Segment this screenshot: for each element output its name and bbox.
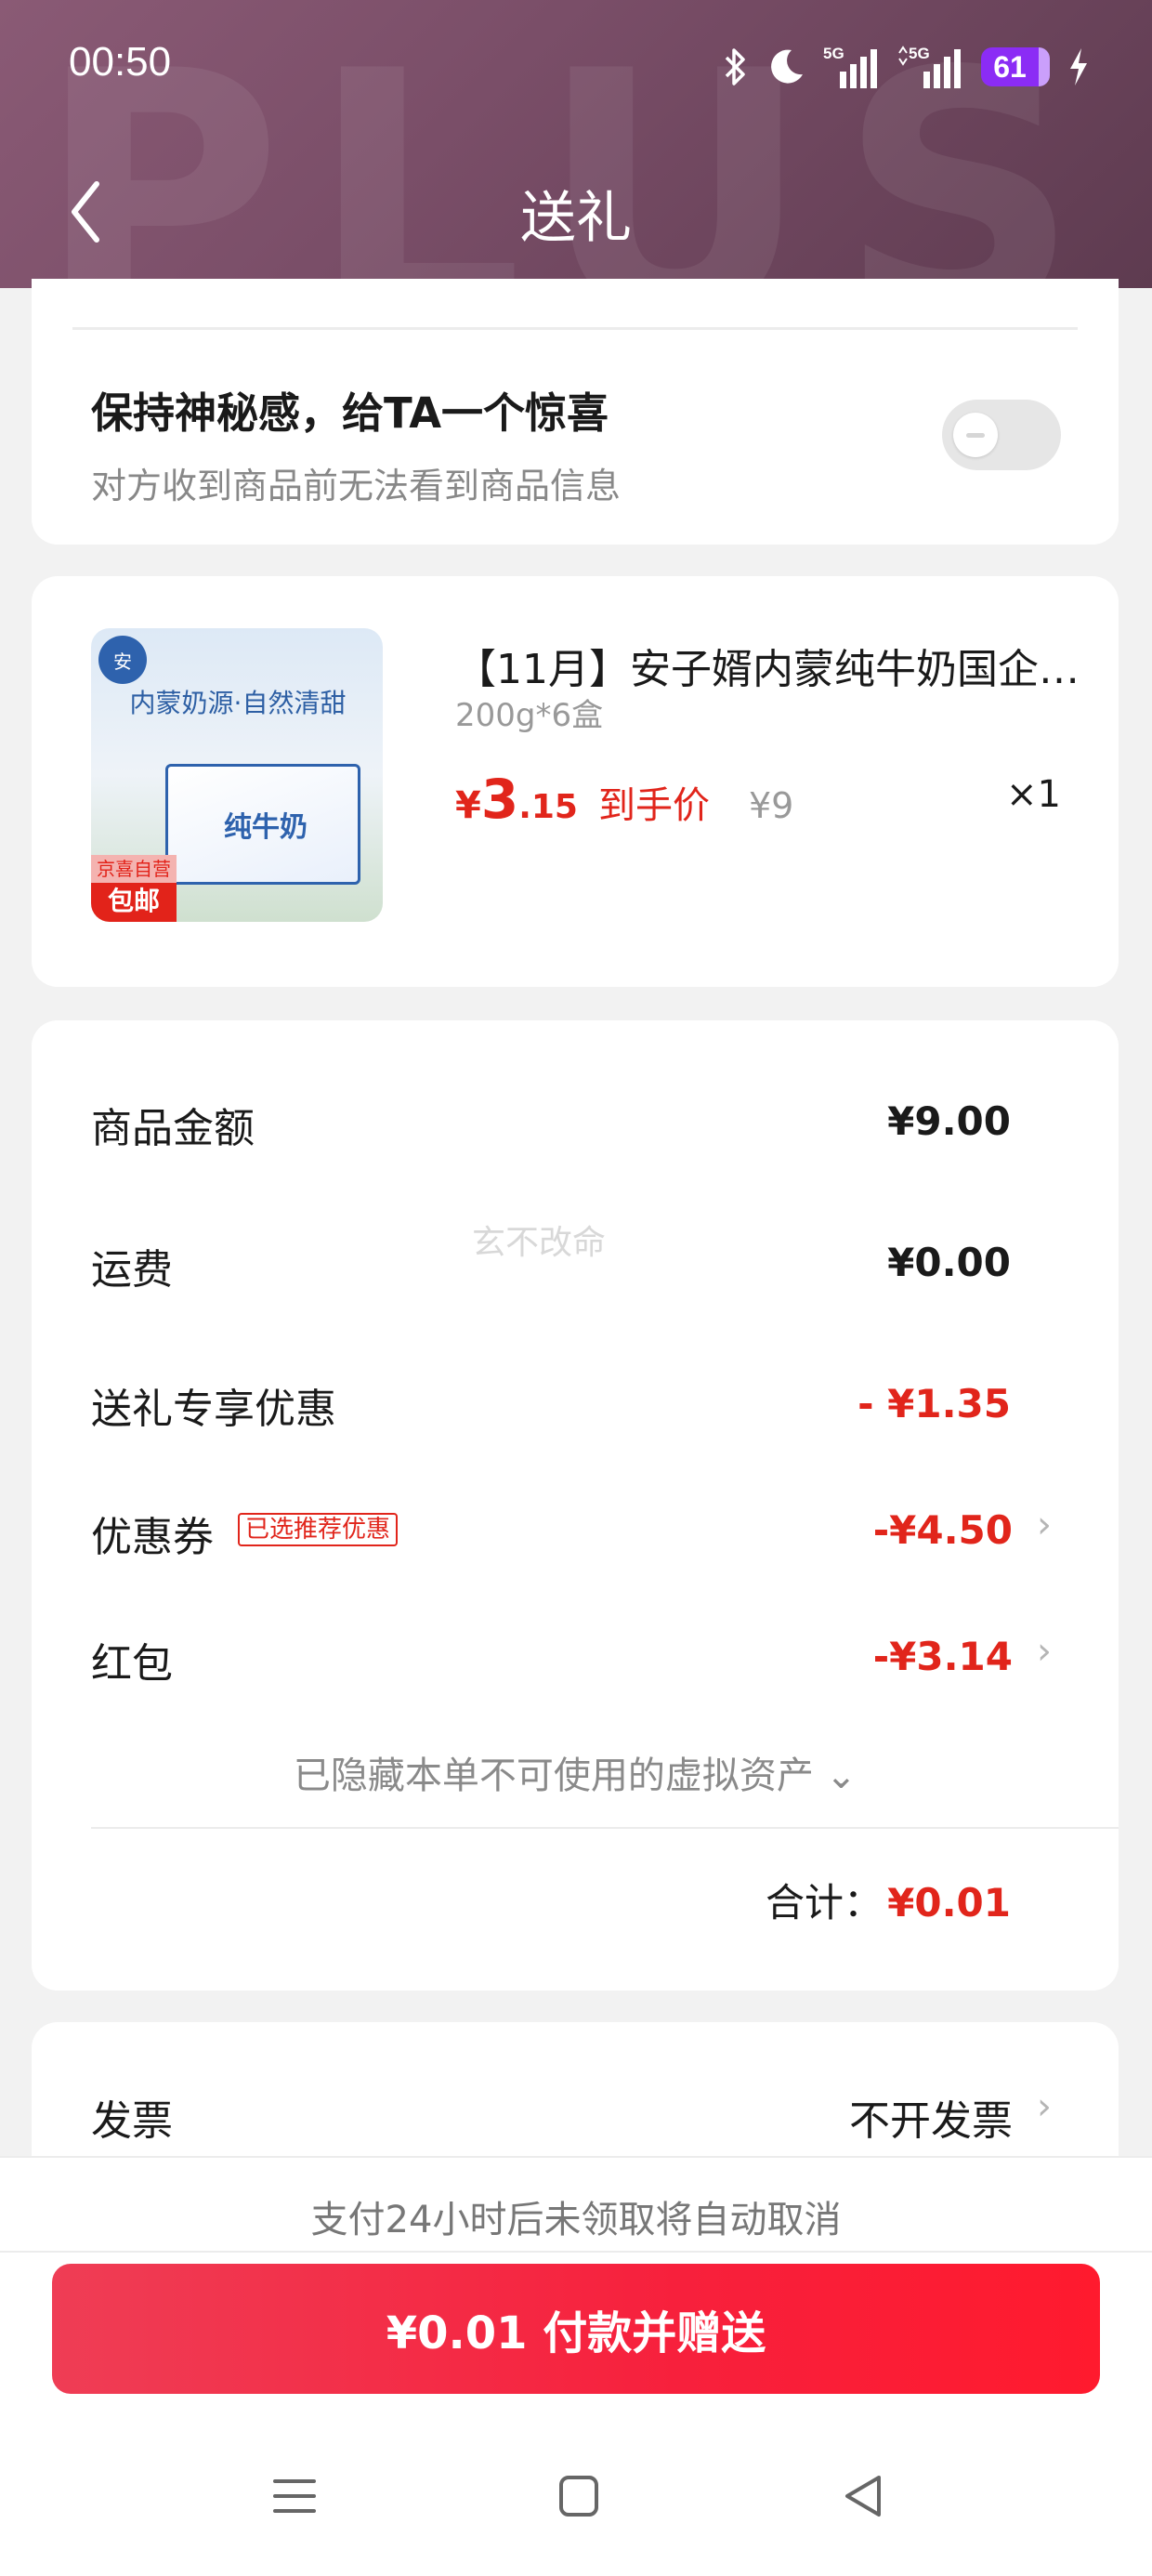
shipping-value: ¥0.00 — [887, 1240, 1011, 1285]
pay-and-gift-button[interactable]: ¥0.01 付款并赠送 — [52, 2264, 1100, 2394]
original-price: ¥9 — [748, 785, 794, 826]
product-card[interactable]: 安 内蒙奶源·自然清甜 纯牛奶 京喜自营 包邮 【11月】安子婿内蒙纯牛奶国企…… — [32, 576, 1119, 987]
divider — [0, 2156, 1152, 2158]
status-bar: 00:50 5G 5G 61 — [0, 0, 1152, 139]
divider — [0, 2251, 1152, 2253]
status-time: 00:50 — [69, 39, 172, 85]
order-summary-card: 商品金额 ¥9.00 玄不改命 运费 ¥0.00 送礼专享优惠 - ¥1.35 … — [32, 1020, 1119, 1991]
total-row: 合计： ¥0.01 — [766, 1872, 1011, 1928]
signal-5g-icon: 5G — [823, 45, 877, 88]
signal-5g-label-2: 5G — [909, 45, 930, 62]
surprise-toggle[interactable] — [942, 400, 1061, 470]
surprise-card: 保持神秘感，给TA一个惊喜 对方收到商品前无法看到商品信息 — [32, 279, 1119, 545]
chevron-right-icon[interactable]: › — [1037, 1630, 1052, 1673]
surprise-title: 保持神秘感，给TA一个惊喜 — [91, 388, 609, 438]
system-nav-bar — [0, 2468, 1152, 2543]
red-packet-row[interactable]: 红包 — [91, 1630, 173, 1689]
badge-bottom-text: 包邮 — [107, 886, 160, 916]
chevron-right-icon[interactable]: › — [1037, 1504, 1052, 1546]
bluetooth-icon — [725, 48, 745, 85]
moon-icon — [771, 49, 803, 84]
milk-box-illustration: 纯牛奶 — [165, 764, 360, 885]
signal-5g-label: 5G — [823, 45, 844, 62]
coupon-recommended-tag: 已选推荐优惠 — [238, 1513, 399, 1546]
battery-indicator: 61 — [981, 47, 1050, 86]
bottom-bar: 支付24小时后未领取将自动取消 ¥0.01 付款并赠送 — [0, 2156, 1152, 2576]
product-image[interactable]: 安 内蒙奶源·自然清甜 纯牛奶 京喜自营 包邮 — [91, 628, 383, 922]
goods-amount-label: 商品金额 — [91, 1105, 255, 1152]
goods-amount-value: ¥9.00 — [887, 1098, 1011, 1144]
watermark-text: 玄不改命 — [472, 1224, 607, 1262]
brand-logo-icon: 安 — [98, 636, 147, 684]
total-label: 合计： — [766, 1880, 884, 1925]
price-symbol: ¥ — [455, 784, 481, 827]
badge-top-text: 京喜自营 — [91, 855, 177, 883]
gift-discount-label: 送礼专享优惠 — [91, 1386, 336, 1433]
total-value: ¥0.01 — [887, 1880, 1011, 1925]
auto-cancel-note: 支付24小时后未领取将自动取消 — [310, 2199, 842, 2241]
gift-discount-value: - ¥1.35 — [857, 1381, 1011, 1426]
coupon-row[interactable]: 优惠券 — [91, 1504, 214, 1563]
product-name[interactable]: 【11月】安子婿内蒙纯牛奶国企… — [455, 636, 1087, 695]
quantity: ×1 — [1006, 773, 1061, 816]
page-title: 送礼 — [520, 186, 632, 251]
price-row: ¥ 3 .15 到手价 ¥9 — [455, 768, 793, 831]
free-shipping-badge: 京喜自营 包邮 — [91, 855, 177, 922]
header: PLUS 00:50 5G 5G 61 送礼 — [0, 0, 1152, 288]
divider — [91, 1827, 1119, 1829]
chevron-right-icon[interactable]: › — [1037, 2085, 1052, 2128]
signal-5g-icon-2: 5G — [898, 45, 961, 88]
product-spec: 200g*6盒 — [455, 697, 604, 734]
invoice-label: 发票 — [91, 2097, 173, 2145]
shipping-label: 运费 — [91, 1246, 173, 1294]
home-icon[interactable] — [556, 2468, 602, 2524]
menu-icon[interactable] — [271, 2468, 318, 2524]
surprise-subtitle: 对方收到商品前无法看到商品信息 — [91, 466, 622, 506]
red-packet-value[interactable]: -¥3.14 — [873, 1634, 1013, 1679]
status-icons: 5G 5G 61 — [721, 39, 1091, 95]
hidden-assets-toggle[interactable]: 已隐藏本单不可使用的虚拟资产 ⌄ — [32, 1745, 1119, 1799]
charging-icon — [1070, 48, 1087, 85]
divider — [72, 327, 1078, 330]
image-banner-text: 内蒙奶源·自然清甜 — [129, 688, 347, 718]
invoice-value[interactable]: 不开发票 — [849, 2087, 1013, 2147]
price-label: 到手价 — [597, 784, 710, 827]
toggle-knob — [953, 413, 998, 457]
price-decimal: .15 — [518, 788, 578, 826]
coupon-value[interactable]: -¥4.50 — [873, 1507, 1013, 1553]
back-triangle-icon[interactable] — [840, 2468, 886, 2524]
price-integer: 3 — [480, 768, 519, 831]
